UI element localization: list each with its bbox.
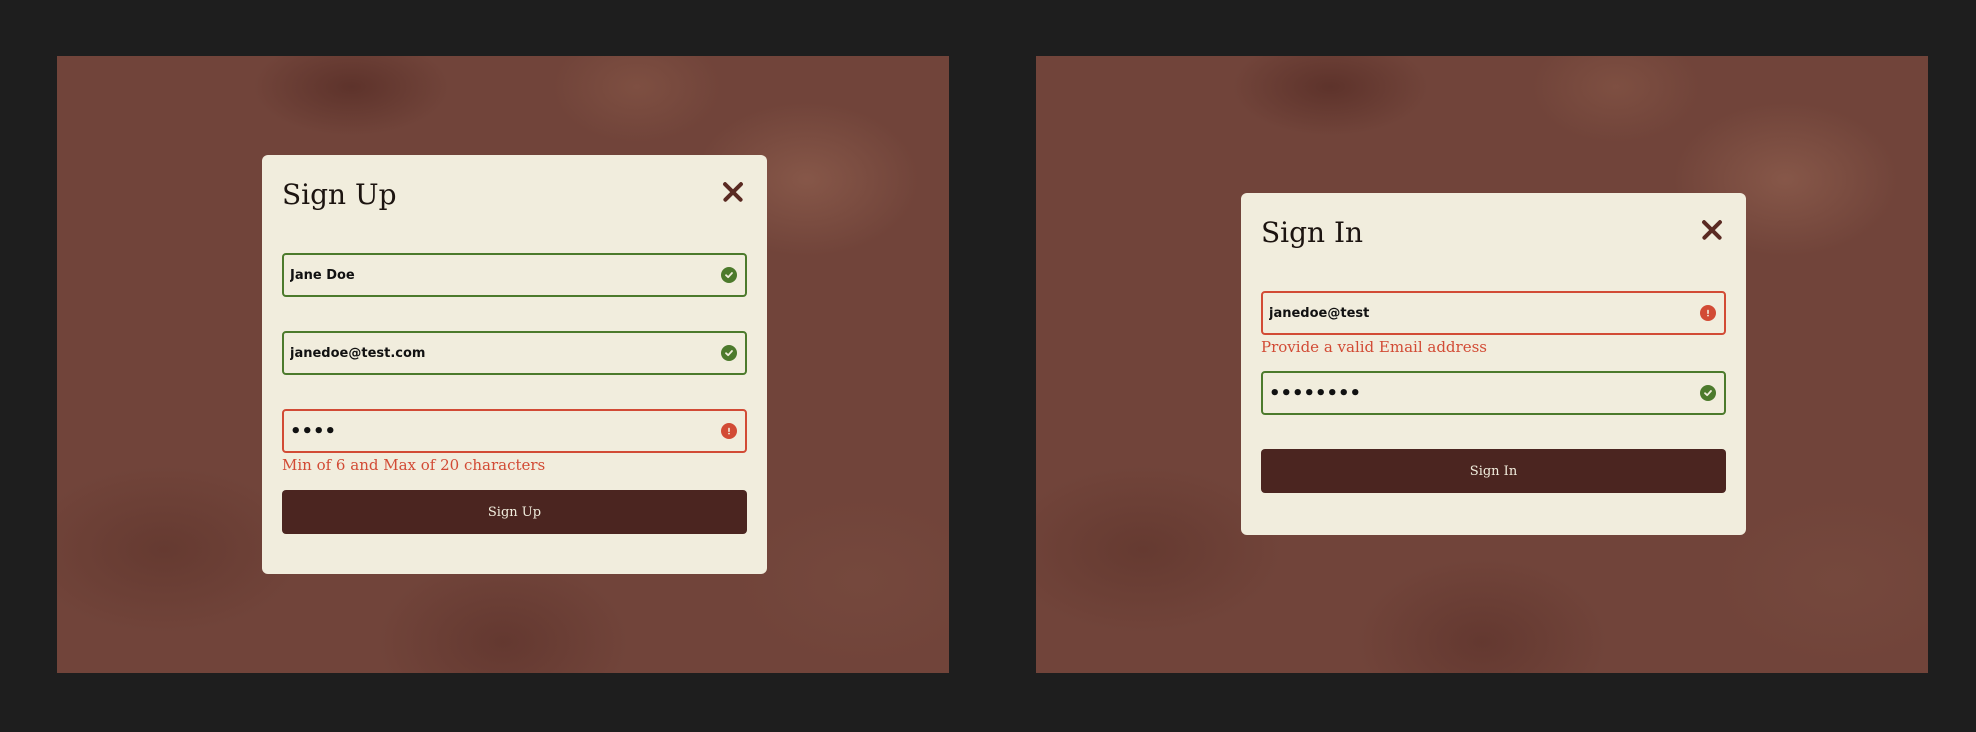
close-icon[interactable]	[1698, 216, 1726, 244]
signin-modal: Sign In Provide a valid Email address Si…	[1241, 193, 1746, 535]
email-field	[282, 331, 747, 375]
signin-title: Sign In	[1261, 216, 1364, 249]
check-circle-icon	[721, 345, 737, 361]
check-circle-icon	[721, 267, 737, 283]
email-error-message: Provide a valid Email address	[1261, 338, 1487, 356]
password-field	[1261, 371, 1726, 415]
exclamation-circle-icon	[721, 423, 737, 439]
email-input[interactable]	[1263, 293, 1663, 333]
password-field	[282, 409, 747, 453]
signup-title: Sign Up	[282, 178, 397, 211]
signin-modal-header: Sign In	[1261, 213, 1726, 253]
sign-in-button[interactable]: Sign In	[1261, 449, 1726, 493]
name-field	[282, 253, 747, 297]
password-error-message: Min of 6 and Max of 20 characters	[282, 456, 546, 474]
name-input[interactable]	[284, 255, 684, 295]
exclamation-circle-icon	[1700, 305, 1716, 321]
password-input[interactable]	[1263, 373, 1663, 413]
check-circle-icon	[1700, 385, 1716, 401]
signup-background-panel: Sign Up Min of 6 and Max of 20 character…	[57, 56, 949, 673]
signup-modal: Sign Up Min of 6 and Max of 20 character…	[262, 155, 767, 574]
email-input[interactable]	[284, 333, 684, 373]
signup-modal-header: Sign Up	[282, 175, 747, 215]
close-icon[interactable]	[719, 178, 747, 206]
email-field	[1261, 291, 1726, 335]
sign-up-button[interactable]: Sign Up	[282, 490, 747, 534]
password-input[interactable]	[284, 411, 684, 451]
signin-background-panel: Sign In Provide a valid Email address Si…	[1036, 56, 1928, 673]
